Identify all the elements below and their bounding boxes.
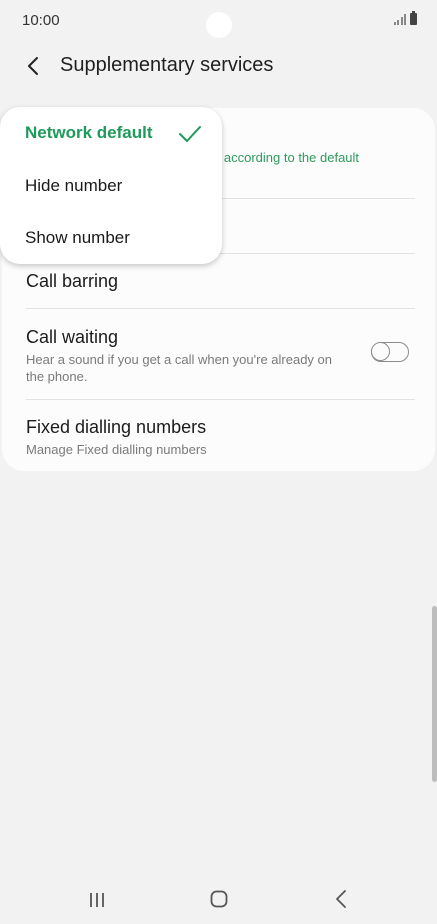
navigation-bar <box>0 870 437 924</box>
home-icon[interactable] <box>210 890 228 908</box>
call-waiting-row[interactable]: Call waiting Hear a sound if you get a c… <box>26 327 345 385</box>
recent-apps-icon[interactable] <box>88 892 106 908</box>
caller-id-popup: Network default Hide number Show number <box>0 107 222 264</box>
chevron-left-icon <box>28 57 38 75</box>
fixed-dialling-row[interactable]: Fixed dialling numbers Manage Fixed dial… <box>26 417 407 458</box>
call-barring-title: Call barring <box>26 271 119 291</box>
fixed-dialling-title: Fixed dialling numbers <box>26 417 207 437</box>
option-network-default[interactable]: Network default <box>25 123 153 143</box>
call-waiting-subtitle: Hear a sound if you get a call when you'… <box>26 352 333 384</box>
app-header: Supplementary services <box>0 44 437 88</box>
caller-id-subtitle: lls according to the default <box>208 150 360 165</box>
status-time: 10:00 <box>22 12 60 29</box>
divider <box>26 308 415 309</box>
camera-cutout <box>206 12 232 38</box>
checkmark-icon <box>179 126 201 142</box>
scrollbar[interactable] <box>432 606 437 782</box>
signal-icon <box>393 13 406 25</box>
call-waiting-title: Call waiting <box>26 327 119 347</box>
status-bar: 10:00 <box>0 0 437 44</box>
divider <box>26 399 415 400</box>
page-title: Supplementary services <box>60 54 274 76</box>
call-barring-row[interactable]: Call barring <box>26 271 407 292</box>
option-show-number[interactable]: Show number <box>25 228 130 248</box>
option-hide-number[interactable]: Hide number <box>25 176 122 196</box>
back-button[interactable] <box>20 52 48 80</box>
status-icons <box>393 11 417 25</box>
fixed-dialling-subtitle: Manage Fixed dialling numbers <box>26 442 207 457</box>
call-waiting-toggle[interactable] <box>371 342 409 362</box>
back-icon[interactable] <box>334 890 348 908</box>
toggle-knob <box>371 342 390 361</box>
battery-icon <box>410 11 417 25</box>
